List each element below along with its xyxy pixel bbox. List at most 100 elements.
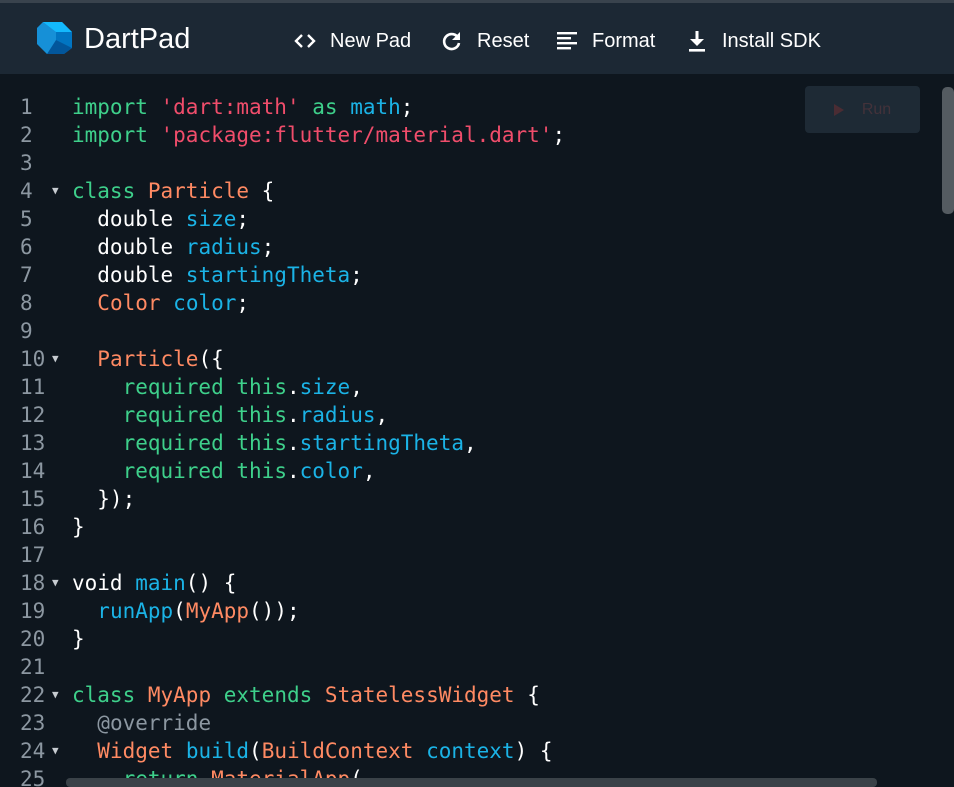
code-token: import — [72, 95, 148, 119]
horizontal-scrollbar-thumb[interactable] — [66, 778, 877, 787]
code-line[interactable]: Color color; — [72, 289, 934, 317]
code-line[interactable]: ​ — [72, 317, 934, 345]
vertical-scrollbar-thumb[interactable] — [942, 87, 954, 214]
code-line[interactable]: runApp(MyApp()); — [72, 597, 934, 625]
fold-arrow-icon[interactable]: ▼ — [52, 177, 59, 205]
code-token: this — [236, 459, 287, 483]
code-token: , — [350, 375, 363, 399]
code-line[interactable]: ​ — [72, 653, 934, 681]
line-number-text: 25 — [20, 767, 46, 787]
code-line[interactable]: }); — [72, 485, 934, 513]
code-token: startingTheta — [185, 263, 351, 287]
code-token: } — [72, 515, 85, 539]
line-number-text: 22 — [20, 683, 46, 707]
format-label: Format — [592, 29, 656, 52]
line-number-text: 21 — [20, 655, 46, 679]
code-token: 'package:flutter/material.dart' — [160, 123, 553, 147]
app-title: DartPad — [84, 22, 191, 55]
code-line[interactable]: double startingTheta; — [72, 261, 934, 289]
code-line[interactable]: class Particle { — [72, 177, 934, 205]
code-token: ()); — [249, 599, 300, 623]
code-editor[interactable]: 1 2 3 4 ▼ 5 6 7 8 9 10 ▼ 11 12 13 14 15 16 17 18 ▼ 19 20 21 22 ▼ 2… — [0, 74, 954, 787]
run-label: Run — [861, 100, 892, 118]
code-line[interactable]: } — [72, 625, 934, 653]
code-token: ; — [236, 207, 250, 231]
line-number: 10 ▼ — [0, 345, 68, 373]
line-number: 23 — [0, 709, 68, 737]
line-number-text: 3 — [20, 151, 33, 175]
code-token: size — [185, 207, 237, 231]
line-number-text: 8 — [20, 291, 33, 315]
code-token: double — [72, 263, 186, 287]
code-token: required — [122, 459, 224, 483]
code-line[interactable]: ​ — [72, 149, 934, 177]
code-token: }); — [72, 487, 136, 511]
code-line[interactable]: required this.color, — [72, 457, 934, 485]
play-icon — [833, 103, 844, 116]
reset-label: Reset — [477, 29, 530, 52]
code-line[interactable]: void main() { — [72, 569, 934, 597]
line-number: 11 — [0, 373, 68, 401]
code-line[interactable]: required this.size, — [72, 373, 934, 401]
run-button[interactable]: Run — [805, 86, 920, 133]
line-number: 21 — [0, 653, 68, 681]
code-token: ({ — [198, 347, 224, 371]
format-button[interactable]: Format — [554, 25, 655, 57]
code-line[interactable]: class MyApp extends StatelessWidget { — [72, 681, 934, 709]
new-pad-button[interactable]: New Pad — [292, 25, 411, 57]
line-number: 14 — [0, 457, 68, 485]
code-token: size — [299, 375, 351, 399]
code-line[interactable]: double radius; — [72, 233, 934, 261]
code-line[interactable]: required this.startingTheta, — [72, 429, 934, 457]
line-number-text: 4 — [20, 179, 33, 203]
line-number-text: 11 — [20, 375, 46, 399]
fold-arrow-icon[interactable]: ▼ — [52, 737, 59, 765]
code-token: ; — [261, 235, 275, 259]
fold-arrow-icon[interactable]: ▼ — [52, 345, 59, 373]
code-token: } — [72, 627, 85, 651]
line-number: 4 ▼ — [0, 177, 68, 205]
brand[interactable]: DartPad — [35, 21, 190, 57]
install-sdk-button[interactable]: Install SDK — [684, 25, 821, 57]
code-line[interactable]: @override — [72, 709, 934, 737]
code-line[interactable]: Particle({ — [72, 345, 934, 373]
code-token: color — [173, 291, 237, 315]
code-token: main — [135, 571, 186, 595]
code-token: build — [185, 739, 250, 763]
code-token: ; — [552, 123, 566, 147]
code-token: . — [286, 403, 300, 427]
code-token: MyApp — [147, 683, 212, 707]
code-line[interactable]: } — [72, 513, 934, 541]
fold-arrow-icon[interactable]: ▼ — [52, 681, 59, 709]
install-sdk-label: Install SDK — [722, 29, 821, 52]
fold-arrow-icon[interactable]: ▼ — [52, 569, 59, 597]
line-number: 20 — [0, 625, 68, 653]
code-line[interactable]: Widget build(BuildContext context) { — [72, 737, 934, 765]
code-line[interactable]: ​ — [72, 541, 934, 569]
line-number-gutter: 1 2 3 4 ▼ 5 6 7 8 9 10 ▼ 11 12 13 14 15 16 17 18 ▼ 19 20 21 22 ▼ 2… — [0, 93, 68, 787]
line-number-text: 9 — [20, 319, 33, 343]
code-line[interactable]: required this.radius, — [72, 401, 934, 429]
reset-button[interactable]: Reset — [439, 25, 529, 57]
code-token: . — [286, 375, 300, 399]
code-area[interactable]: import 'dart:math' as math; import 'packa… — [72, 93, 934, 787]
code-line[interactable]: double size; — [72, 205, 934, 233]
line-number: 5 — [0, 205, 68, 233]
